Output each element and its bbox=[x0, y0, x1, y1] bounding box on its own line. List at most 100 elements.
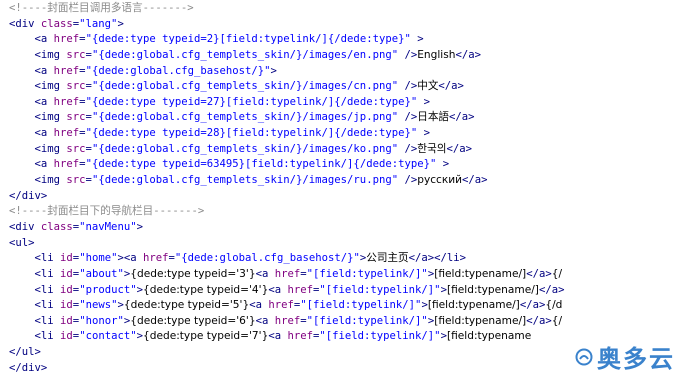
code-token: "{dede:global.cfg_templets_skin/}/images… bbox=[91, 48, 399, 61]
code-line: <img src="{dede:global.cfg_templets_skin… bbox=[9, 173, 564, 189]
code-line: <div class="navMenu"> bbox=[9, 220, 564, 236]
code-token: русский bbox=[417, 174, 463, 187]
code-token: /> bbox=[398, 48, 418, 61]
code-token: {dede:type typeid='7'} bbox=[142, 330, 269, 343]
code-token: <a bbox=[9, 158, 54, 171]
code-token: "{dede:global.cfg_templets_skin/}/images… bbox=[91, 142, 399, 155]
code-token: href bbox=[287, 283, 313, 296]
code-token: {dede:type typeid='4'} bbox=[142, 283, 269, 296]
code-token: > bbox=[270, 64, 277, 77]
watermark-text: 奥多云 bbox=[597, 345, 675, 373]
code-token: href bbox=[53, 64, 80, 77]
code-token: 한국의 bbox=[417, 142, 447, 155]
code-token: "home" bbox=[79, 252, 118, 265]
code-token: "[field:typelink/]" bbox=[319, 283, 441, 296]
code-token: {/d bbox=[545, 299, 563, 312]
code-viewer: <!----封面栏目调用多语言-------> <div class="lang"… bbox=[0, 0, 685, 386]
code-token: "contact" bbox=[79, 330, 137, 343]
code-token: <img bbox=[9, 111, 67, 124]
code-token: <a bbox=[268, 330, 288, 343]
code-token: [field:typename/] bbox=[434, 267, 527, 280]
code-token: id bbox=[60, 267, 73, 280]
code-token: "{dede:global.cfg_templets_skin/}/images… bbox=[91, 174, 399, 187]
code-token: <li bbox=[9, 252, 61, 265]
code-token: "news" bbox=[79, 299, 118, 312]
code-token: /> bbox=[398, 111, 418, 124]
code-line: <a href="{dede:type typeid=63495}[field:… bbox=[9, 157, 564, 173]
code-line: <a href="{dede:type typeid=27}[field:typ… bbox=[9, 95, 564, 111]
code-token: </a> bbox=[449, 111, 475, 124]
code-token: id bbox=[60, 314, 73, 327]
code-line: <!----封面栏目下的导航栏目-------> bbox=[9, 204, 564, 220]
code-token: </a> bbox=[526, 267, 552, 280]
code-token: 公司主页 bbox=[366, 252, 409, 265]
code-line: <a href="{dede:global.cfg_basehost/}"> bbox=[9, 64, 564, 80]
code-token: > bbox=[117, 17, 124, 30]
code-token: </a> bbox=[438, 80, 464, 93]
code-token: <li bbox=[9, 330, 61, 343]
code-token: "{dede:global.cfg_templets_skin/}/images… bbox=[91, 80, 399, 93]
code-token: <a bbox=[9, 64, 54, 77]
code-token: <ul> bbox=[9, 236, 35, 249]
code-line: </div> bbox=[9, 361, 564, 377]
code-token: class bbox=[40, 220, 73, 233]
code-token: <div bbox=[9, 220, 41, 233]
code-token: <a bbox=[255, 267, 275, 280]
code-token: "{dede:type typeid=2}[field:typelink/]{/… bbox=[85, 33, 411, 46]
code-token: > bbox=[410, 33, 424, 46]
code-token: src bbox=[66, 174, 86, 187]
code-token: </a></li> bbox=[408, 252, 467, 265]
code-token: "[field:typelink/]" bbox=[300, 299, 422, 312]
code-token: <li bbox=[9, 299, 61, 312]
code-token: </div> bbox=[9, 361, 48, 374]
code-token: /> bbox=[398, 80, 418, 93]
code-token: ><a bbox=[117, 252, 143, 265]
code-line: <li id="home"><a href="{dede:global.cfg_… bbox=[9, 251, 564, 267]
code-token: </div> bbox=[9, 189, 48, 202]
code-token: "lang" bbox=[79, 17, 118, 30]
code-token: "{dede:type typeid=28}[field:typelink/]{… bbox=[85, 127, 418, 140]
watermark: 奥多云 bbox=[575, 339, 675, 374]
code-token: href bbox=[142, 252, 169, 265]
code-token: [field:typename/] bbox=[427, 299, 520, 312]
code-token: [field:typename/] bbox=[434, 314, 527, 327]
code-token: {/ bbox=[551, 267, 563, 280]
code-line: <ul> bbox=[9, 236, 564, 252]
code-token: > bbox=[136, 220, 143, 233]
code-token: <!----封面栏目调用多语言-------> bbox=[9, 2, 194, 14]
code-token: </a> bbox=[538, 283, 565, 296]
code-token: id bbox=[60, 252, 73, 265]
code-token: <a bbox=[9, 33, 54, 46]
code-token: <img bbox=[9, 142, 67, 155]
code-line: <div class="lang"> bbox=[9, 17, 564, 33]
code-token: src bbox=[66, 48, 86, 61]
code-token: "honor" bbox=[79, 314, 124, 327]
code-token: <li bbox=[9, 283, 61, 296]
code-line: </ul> bbox=[9, 345, 564, 361]
code-token: id bbox=[60, 283, 73, 296]
code-token: "product" bbox=[79, 283, 137, 296]
code-line: <!----封面栏目调用多语言-------> bbox=[9, 1, 564, 17]
code-line: <img src="{dede:global.cfg_templets_skin… bbox=[9, 48, 564, 64]
code-token: </ul> bbox=[9, 346, 41, 359]
code-token: <div bbox=[9, 17, 41, 30]
code-token: href bbox=[53, 158, 80, 171]
code-token: /> bbox=[398, 142, 418, 155]
code-token: </a> bbox=[462, 174, 488, 187]
code-token: "{dede:global.cfg_templets_skin/}/images… bbox=[91, 111, 399, 124]
code-token: src bbox=[66, 80, 86, 93]
code-token: <li bbox=[9, 314, 61, 327]
code-line: <a href="{dede:type typeid=28}[field:typ… bbox=[9, 126, 564, 142]
code-token: href bbox=[53, 127, 80, 140]
code-lines: <!----封面栏目调用多语言-------> <div class="lang"… bbox=[9, 1, 564, 376]
code-token: class bbox=[40, 17, 73, 30]
code-token: 日本語 bbox=[417, 111, 450, 124]
code-token: <!----封面栏目下的导航栏目-------> bbox=[9, 205, 205, 218]
code-token: > bbox=[417, 95, 430, 108]
cloud-logo-icon bbox=[575, 348, 593, 365]
code-token: id bbox=[60, 330, 73, 343]
code-token: href bbox=[274, 267, 301, 280]
code-line: <img src="{dede:global.cfg_templets_skin… bbox=[9, 142, 564, 158]
code-token: "[field:typelink/]" bbox=[306, 314, 428, 327]
code-token: href bbox=[274, 314, 301, 327]
